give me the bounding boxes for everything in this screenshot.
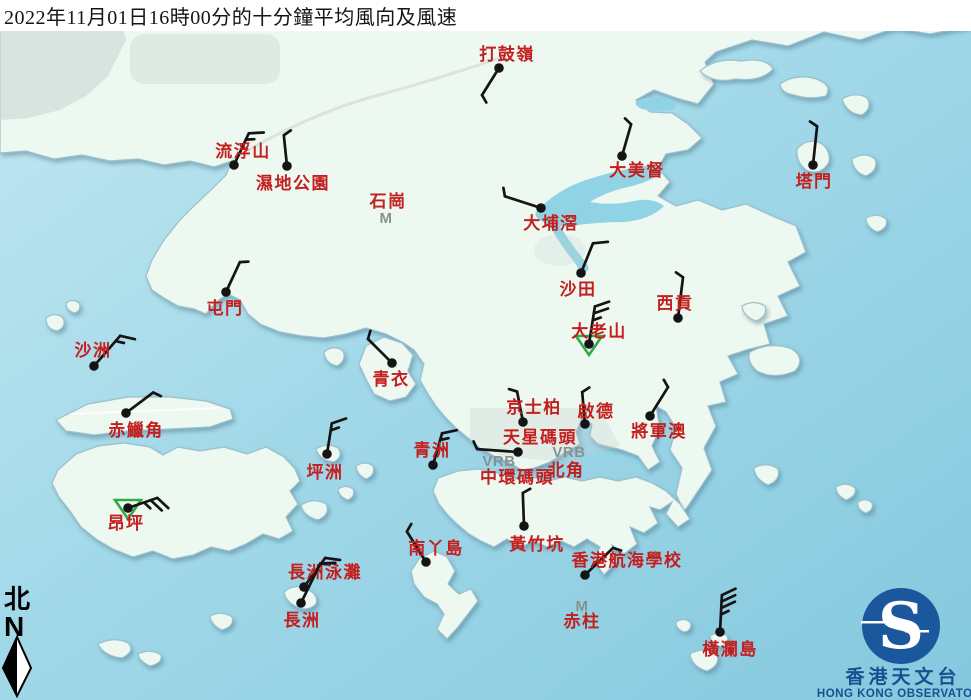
station-dot-icon <box>282 161 292 171</box>
station-label: 昂坪 <box>108 514 145 534</box>
missing-data-note: M <box>380 210 393 227</box>
station-label: 長洲 <box>284 611 321 631</box>
map-title: 2022年11月01日16時00分的十分鐘平均風向及風速 <box>0 1 457 30</box>
station-dot-icon <box>518 417 528 427</box>
station-label: 沙洲 <box>75 341 112 361</box>
wind-barb-feather <box>249 133 264 134</box>
station-label: 京士柏 <box>506 397 562 418</box>
station-label: 西貢 <box>657 294 694 314</box>
station-label: 青洲 <box>414 440 451 461</box>
wind-barb-feather <box>503 188 505 196</box>
hko-name-english: HONG KONG OBSERVATORY <box>817 688 971 700</box>
station-label: 中環碼頭 <box>480 467 554 488</box>
station-label: 南丫島 <box>408 538 464 559</box>
station-label: 黃竹坑 <box>508 534 565 555</box>
station-label: 大美督 <box>609 160 665 181</box>
station-label: 沙田 <box>560 280 597 300</box>
station-label: 石崗 <box>369 192 407 212</box>
station-dot-icon <box>322 449 332 459</box>
station-dot-icon <box>296 598 306 608</box>
station-label: 赤鱲角 <box>108 420 164 441</box>
station-dot-icon <box>715 627 725 637</box>
hong-kong-map: 打鼓嶺流浮山濕地公園石崗M大美督塔門大埔滘沙田西貢大老山屯門沙洲青衣赤鱲角京士柏… <box>0 0 971 700</box>
station-dot-icon <box>428 460 438 470</box>
station-north-point: 北角VRB <box>548 444 586 481</box>
wind-barb-feather <box>593 242 608 244</box>
variable-wind-note: VRB <box>552 444 585 461</box>
station-dot-icon <box>123 503 133 513</box>
station-dot-icon <box>580 570 590 580</box>
station-label: 坪洲 <box>307 463 344 483</box>
variable-wind-note: VRB <box>482 453 515 470</box>
station-dot-icon <box>645 411 655 421</box>
station-label: 屯門 <box>207 298 244 319</box>
title-bar: 2022年11月01日16時00分的十分鐘平均風向及風速 <box>0 0 971 31</box>
logo-line-left <box>861 621 885 624</box>
station-label: 北角 <box>548 460 585 481</box>
station-dot-icon <box>617 151 627 161</box>
station-dot-icon <box>121 408 131 418</box>
wind-barb-feather <box>320 563 335 564</box>
station-label: 大老山 <box>571 321 627 342</box>
station-dot-icon <box>673 313 683 323</box>
station-label: 流浮山 <box>215 141 271 162</box>
hko-logo-s-monogram: S <box>878 589 924 664</box>
station-dot-icon <box>808 160 818 170</box>
station-dot-icon <box>221 287 231 297</box>
station-dot-icon <box>576 268 586 278</box>
station-dot-icon <box>387 358 397 368</box>
station-label: 啟德 <box>578 401 615 422</box>
station-dot-icon <box>536 203 546 213</box>
station-label: 香港航海學校 <box>572 550 683 571</box>
station-label: 橫瀾島 <box>702 639 758 660</box>
station-dot-icon <box>89 361 99 371</box>
wind-barb-shaft <box>523 493 524 526</box>
north-letter-label: N <box>4 611 24 642</box>
wind-barb-feather <box>440 438 448 440</box>
hko-name-chinese: 香港天文台 <box>844 665 960 688</box>
station-dot-icon <box>519 521 529 531</box>
station-label: 將軍澳 <box>631 421 687 442</box>
logo-line-right <box>905 630 929 633</box>
wind-barb-feather <box>116 341 124 343</box>
station-label: 打鼓嶺 <box>479 44 535 65</box>
wind-map-page: 打鼓嶺流浮山濕地公園石崗M大美督塔門大埔滘沙田西貢大老山屯門沙洲青衣赤鱲角京士柏… <box>0 0 971 700</box>
missing-data-note: M <box>576 598 589 615</box>
station-label: 濕地公園 <box>256 173 330 194</box>
station-label: 青衣 <box>373 369 410 390</box>
station-label: 大埔滘 <box>523 213 579 234</box>
wind-barb-feather <box>240 262 249 263</box>
station-label: 長洲泳灘 <box>288 562 362 583</box>
station-label: 塔門 <box>796 171 833 192</box>
